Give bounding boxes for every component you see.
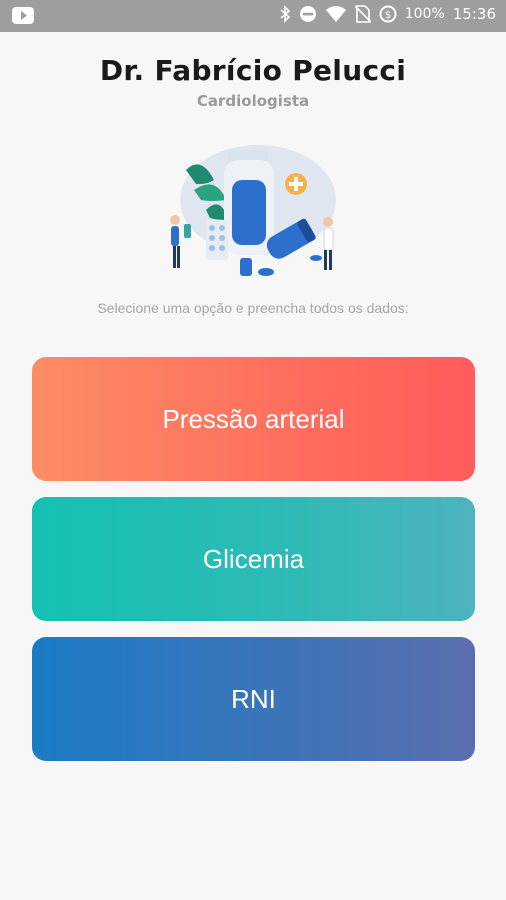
clock: 15:36: [452, 5, 496, 23]
option-blood-pressure-button[interactable]: Pressão arterial: [32, 357, 475, 481]
data-saver-icon: $: [379, 5, 397, 23]
option-label: Glicemia: [202, 543, 305, 574]
status-bar: $ 100% 15:36: [0, 0, 506, 32]
svg-text:$: $: [385, 10, 391, 21]
youtube-icon: [12, 7, 34, 24]
do-not-disturb-icon: [299, 5, 317, 23]
option-glycemia-button[interactable]: Glicemia: [32, 497, 475, 621]
option-label: RNI: [231, 683, 276, 714]
no-sim-icon: [354, 5, 372, 23]
wifi-icon: [325, 5, 347, 23]
battery-percentage: 100%: [404, 6, 445, 22]
medicine-illustration: [166, 140, 342, 282]
instruction-text: Selecione uma opção e preencha todos os …: [97, 300, 409, 316]
bluetooth-icon: [279, 5, 291, 23]
option-label: Pressão arterial: [162, 403, 345, 434]
page-title: Dr. Fabrício Pelucci: [99, 54, 407, 87]
option-rni-button[interactable]: RNI: [32, 637, 475, 761]
page-subtitle: Cardiologista: [196, 92, 310, 110]
